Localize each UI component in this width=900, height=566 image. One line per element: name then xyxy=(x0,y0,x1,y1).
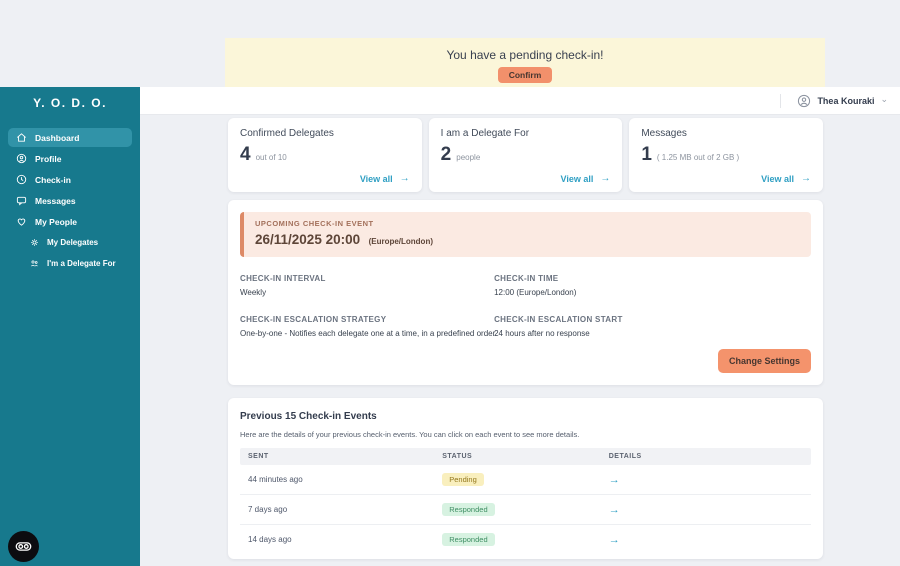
field-value: One-by-one - Notifies each delegate one … xyxy=(240,329,498,338)
column-header-details: DETAILS xyxy=(608,453,642,460)
view-all-link[interactable]: View all → xyxy=(360,173,410,184)
row-details-arrow[interactable]: → xyxy=(609,504,803,516)
field-value: 24 hours after no response xyxy=(494,329,590,338)
sent-cell: 14 days ago xyxy=(248,535,292,544)
events-subtitle: Here are the details of your previous ch… xyxy=(240,430,580,439)
status-badge: Responded xyxy=(442,533,495,546)
field-label: CHECK-IN ESCALATION START xyxy=(494,315,623,324)
sidebar: Y. O. D. O. Dashboard Profile Check-in M… xyxy=(0,87,140,566)
delegates-icon xyxy=(30,238,39,247)
clock-icon xyxy=(16,174,27,185)
app-logo: Y. O. D. O. xyxy=(33,96,107,110)
status-badge: Responded xyxy=(442,503,495,516)
heart-icon xyxy=(16,216,27,227)
user-menu[interactable]: Thea Kouraki ⌄ xyxy=(780,87,888,114)
home-icon xyxy=(16,132,27,143)
user-name: Thea Kouraki xyxy=(817,95,875,106)
banner-message: You have a pending check-in! xyxy=(446,48,604,62)
sent-cell: 44 minutes ago xyxy=(248,475,303,484)
upcoming-event-box: UPCOMING CHECK-IN EVENT 26/11/2025 20:00… xyxy=(240,212,811,257)
delegate-for-icon xyxy=(30,259,39,268)
field-escalation-start: CHECK-IN ESCALATION START 24 hours after… xyxy=(494,315,811,338)
sidebar-item-delegate-for[interactable]: I'm a Delegate For xyxy=(8,254,132,273)
card-value: 4 xyxy=(240,144,251,165)
upcoming-event-timezone: (Europe/London) xyxy=(368,237,433,246)
field-value: 12:00 (Europe/London) xyxy=(494,288,577,297)
sidebar-item-my-people[interactable]: My People xyxy=(8,212,132,231)
sidebar-item-label: My Delegates xyxy=(47,238,99,247)
card-value: 1 xyxy=(641,144,652,165)
field-interval: CHECK-IN INTERVAL Weekly xyxy=(240,274,494,297)
stats-cards-row: Confirmed Delegates 4 out of 10 View all… xyxy=(228,118,824,192)
row-details-arrow[interactable]: → xyxy=(609,534,803,546)
card-unit: ( 1.25 MB out of 2 GB ) xyxy=(656,153,740,162)
events-table: SENT STATUS DETAILS 44 minutes ago Pendi… xyxy=(240,448,811,554)
sidebar-item-label: Messages xyxy=(35,195,76,206)
events-title: Previous 15 Check-in Events xyxy=(240,411,377,422)
header-divider xyxy=(780,93,782,108)
chevron-down-icon: ⌄ xyxy=(880,93,888,104)
field-escalation-strategy: CHECK-IN ESCALATION STRATEGY One-by-one … xyxy=(240,315,498,338)
sent-cell: 7 days ago xyxy=(248,505,288,514)
sidebar-item-label: I'm a Delegate For xyxy=(47,259,116,268)
view-all-link[interactable]: View all → xyxy=(560,173,610,184)
view-all-label: View all xyxy=(359,173,393,184)
user-avatar-icon xyxy=(797,94,811,108)
table-header-row: SENT STATUS DETAILS xyxy=(240,448,811,465)
column-header-sent: SENT xyxy=(248,453,269,460)
change-settings-button[interactable]: Change Settings xyxy=(717,349,811,373)
sidebar-item-label: My People xyxy=(35,216,78,227)
sidebar-item-checkin[interactable]: Check-in xyxy=(8,170,132,189)
field-label: CHECK-IN TIME xyxy=(494,274,559,283)
sidebar-item-label: Dashboard xyxy=(35,132,80,143)
sidebar-item-label: Check-in xyxy=(35,174,71,185)
upcoming-event-label: UPCOMING CHECK-IN EVENT xyxy=(255,219,374,228)
row-details-arrow[interactable]: → xyxy=(609,474,803,486)
card-delegate-for: I am a Delegate For 2 people View all → xyxy=(428,118,623,192)
sidebar-nav: Dashboard Profile Check-in Messages My P… xyxy=(0,128,140,273)
card-unit: people xyxy=(456,153,481,162)
messages-icon xyxy=(16,195,27,206)
view-all-link[interactable]: View all → xyxy=(761,173,811,184)
pending-checkin-banner: You have a pending check-in! Confirm xyxy=(225,38,825,90)
confirm-button[interactable]: Confirm xyxy=(497,67,553,83)
arrow-right-icon: → xyxy=(600,173,611,184)
column-header-status: STATUS xyxy=(442,453,473,460)
checkin-settings-panel: UPCOMING CHECK-IN EVENT 26/11/2025 20:00… xyxy=(228,200,823,385)
view-all-label: View all xyxy=(761,173,795,184)
profile-icon xyxy=(16,153,27,164)
card-unit: out of 10 xyxy=(255,153,287,162)
arrow-right-icon: → xyxy=(399,173,410,184)
card-title: I am a Delegate For xyxy=(440,128,530,139)
sidebar-item-dashboard[interactable]: Dashboard xyxy=(8,128,132,147)
sidebar-item-label: Profile xyxy=(35,153,62,164)
field-time: CHECK-IN TIME 12:00 (Europe/London) xyxy=(494,274,811,297)
sidebar-item-profile[interactable]: Profile xyxy=(8,149,132,168)
card-value: 2 xyxy=(440,144,452,165)
settings-fields: CHECK-IN INTERVAL Weekly CHECK-IN TIME 1… xyxy=(240,274,811,338)
card-messages: Messages 1 ( 1.25 MB out of 2 GB ) View … xyxy=(629,118,824,192)
table-row[interactable]: 44 minutes ago Pending → xyxy=(240,465,811,495)
sidebar-item-messages[interactable]: Messages xyxy=(8,191,132,210)
field-label: CHECK-IN INTERVAL xyxy=(240,274,326,283)
arrow-right-icon: → xyxy=(801,173,812,184)
card-title: Confirmed Delegates xyxy=(240,128,334,139)
view-all-label: View all xyxy=(560,173,594,184)
upcoming-event-date: 26/11/2025 20:00 xyxy=(255,232,361,247)
previous-events-panel: Previous 15 Check-in Events Here are the… xyxy=(228,398,823,559)
card-confirmed-delegates: Confirmed Delegates 4 out of 10 View all… xyxy=(228,118,422,192)
card-title: Messages xyxy=(641,128,687,139)
field-label: CHECK-IN ESCALATION STRATEGY xyxy=(240,315,387,324)
floating-widget-button[interactable] xyxy=(8,531,39,562)
table-row[interactable]: 14 days ago Responded → xyxy=(240,525,811,554)
header-bar: Thea Kouraki ⌄ xyxy=(140,87,900,115)
status-badge: Pending xyxy=(442,473,484,486)
field-value: Weekly xyxy=(240,288,267,297)
infinity-capsule-icon xyxy=(15,538,32,555)
table-row[interactable]: 7 days ago Responded → xyxy=(240,495,811,525)
sidebar-item-my-delegates[interactable]: My Delegates xyxy=(8,233,132,252)
